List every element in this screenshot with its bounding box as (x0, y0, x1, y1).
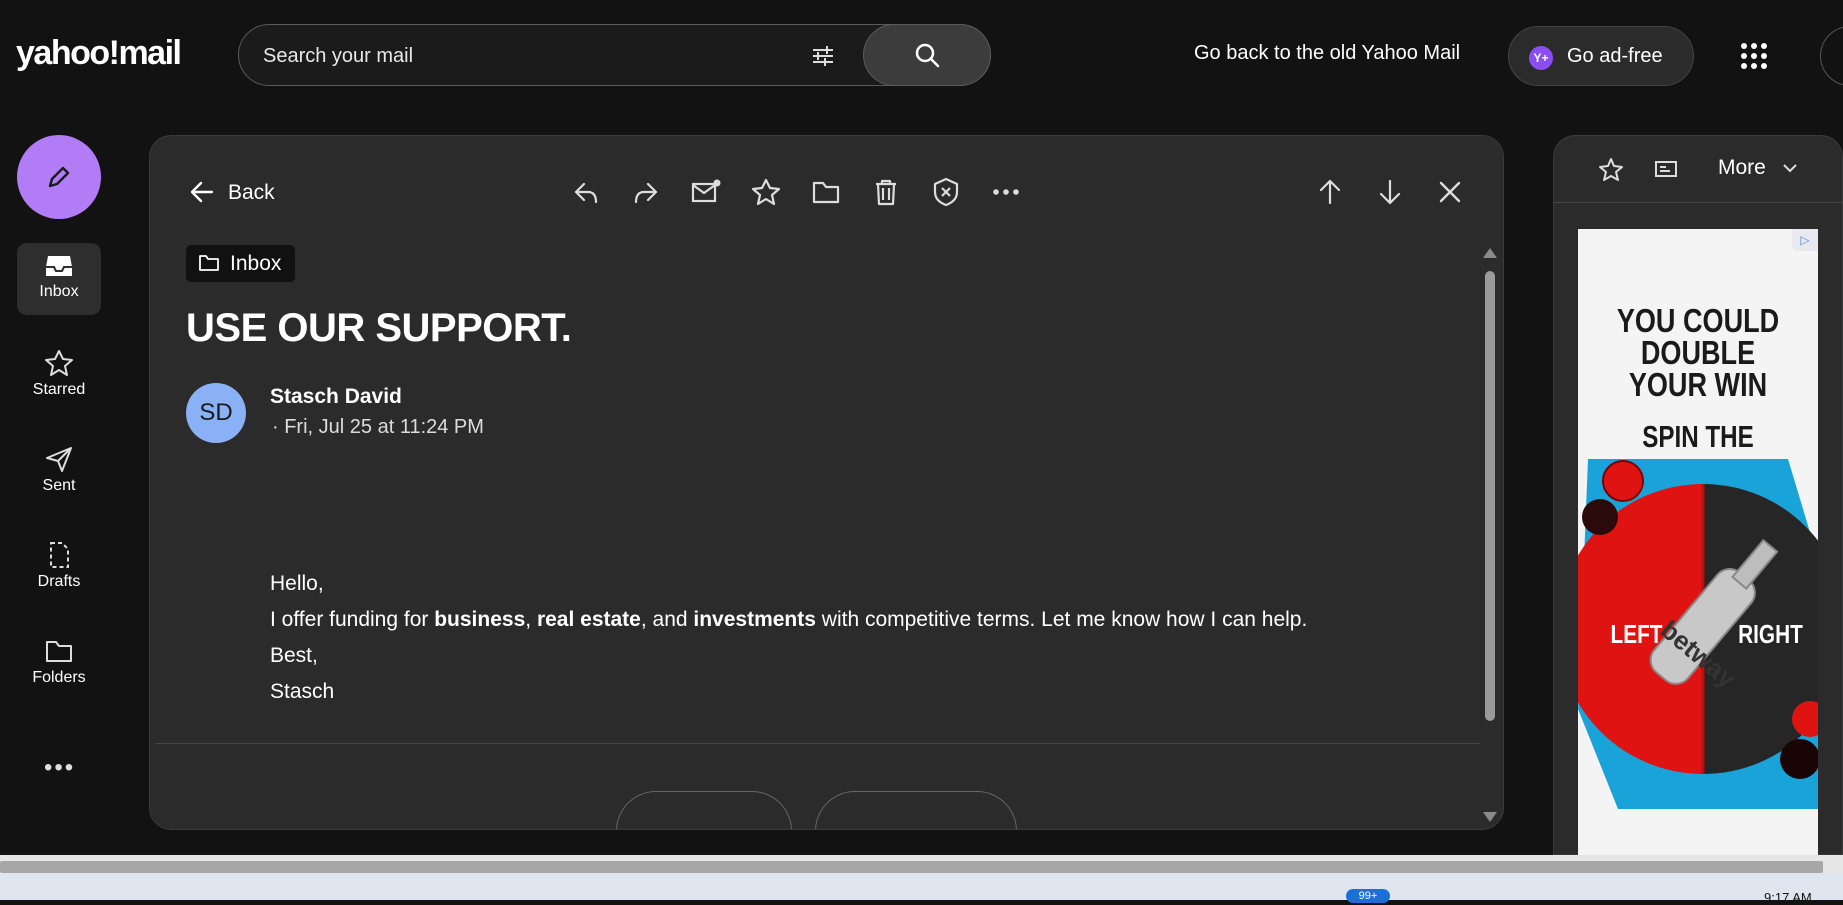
next-message-icon[interactable] (1374, 176, 1406, 208)
compose-button[interactable] (17, 135, 101, 219)
body-closing: Best, (270, 644, 318, 667)
star-icon[interactable] (1598, 157, 1624, 183)
ad-choices-icon[interactable]: ▷ (1792, 229, 1818, 251)
mark-unread-icon[interactable] (690, 176, 722, 208)
sidebar-item-folders[interactable]: Folders (17, 627, 101, 699)
search-button[interactable] (863, 24, 991, 86)
sidebar-item-label: Folders (32, 669, 86, 686)
sidebar-item-inbox[interactable]: Inbox (17, 243, 101, 315)
yahoo-mail-logo[interactable]: yahoo!mail (16, 34, 182, 73)
send-icon (46, 447, 72, 472)
sidebar-item-label: Inbox (39, 283, 79, 300)
message-body: Hello, I offer funding for business, rea… (270, 566, 1307, 710)
body-text: with competitive terms. Let me know how … (815, 608, 1308, 631)
chevron-down-icon (1782, 164, 1797, 173)
reply-button[interactable] (616, 791, 792, 829)
horizontal-scrollbar-thumb[interactable] (0, 861, 1823, 873)
sender-name[interactable]: Stasch David (270, 385, 402, 409)
sidebar-item-label: Sent (42, 477, 76, 494)
top-bar: yahoo!mail Search your mail Go back to t… (0, 0, 1843, 110)
body-text: I offer funding for (270, 608, 435, 631)
spam-shield-icon[interactable] (930, 176, 962, 208)
forward-icon[interactable] (630, 176, 662, 208)
sender-avatar[interactable]: SD (186, 383, 246, 443)
draft-icon (50, 542, 69, 568)
profile-avatar[interactable] (1820, 26, 1843, 86)
more-actions-icon[interactable] (990, 176, 1022, 208)
search-icon (915, 43, 940, 68)
sidebar-item-label: Drafts (37, 573, 81, 590)
sidebar-item-sent[interactable]: Sent (17, 435, 101, 507)
taskbar-clock[interactable]: 9:17 AM (1764, 890, 1812, 905)
body-line: I offer funding for business, real estat… (270, 602, 1307, 638)
message-date: · Fri, Jul 25 at 11:24 PM (272, 416, 484, 438)
scroll-down-arrow[interactable] (1483, 812, 1497, 822)
more-menu-button[interactable]: More (1718, 156, 1798, 180)
ad-free-button[interactable]: Y+ Go ad-free (1508, 26, 1694, 86)
folder-badge-label: Inbox (230, 252, 282, 275)
advertisement[interactable]: ▷ YOU COULD DOUBLE YOUR WIN SPIN THE BOT… (1578, 229, 1818, 856)
divider (1554, 202, 1843, 203)
message-subject: USE OUR SUPPORT. (186, 306, 572, 350)
old-mail-link[interactable]: Go back to the old Yahoo Mail (1194, 42, 1460, 65)
more-label: More (1718, 156, 1766, 179)
body-greeting: Hello, (270, 572, 324, 595)
apps-grid-icon[interactable] (1740, 42, 1768, 70)
ad-left-label: LEFT (1610, 619, 1663, 649)
reply-icon[interactable] (570, 176, 602, 208)
search-bar[interactable]: Search your mail (238, 24, 991, 86)
body-bold: real estate (536, 608, 641, 631)
pencil-icon (48, 166, 70, 188)
body-bold: investments (693, 608, 816, 631)
star-icon[interactable] (750, 176, 782, 208)
ad-free-label: Go ad-free (1567, 45, 1663, 67)
move-folder-icon[interactable] (810, 176, 842, 208)
notification-badge: 99+ (1346, 889, 1390, 903)
folder-icon (199, 255, 219, 271)
scrollbar-thumb[interactable] (1485, 271, 1495, 721)
message-panel: Back Inbox USE OUR SUPPORT. SD Stasch Da… (149, 135, 1504, 830)
contact-card-icon[interactable] (1654, 159, 1678, 179)
body-text: , (525, 608, 537, 631)
ad-headline: YOU COULD DOUBLE YOUR WIN (1616, 302, 1780, 403)
right-panel: More ▷ YOU COULD DOUBLE YOUR WIN SPIN TH… (1553, 135, 1843, 856)
scroll-up-arrow[interactable] (1483, 248, 1497, 258)
close-icon[interactable] (1434, 176, 1466, 208)
back-label: Back (228, 181, 275, 204)
divider (155, 743, 1480, 744)
ad-right-label: RIGHT (1738, 619, 1803, 649)
inbox-icon (46, 256, 72, 276)
sidebar-item-label: Starred (32, 381, 86, 398)
body-signature: Stasch (270, 680, 335, 703)
taskbar (0, 873, 1843, 900)
previous-message-icon[interactable] (1314, 176, 1346, 208)
filter-icon[interactable] (811, 45, 835, 67)
folder-badge[interactable]: Inbox (186, 245, 296, 282)
sidebar-item-drafts[interactable]: Drafts (17, 531, 101, 603)
body-text: , and (640, 608, 694, 631)
forward-button[interactable] (815, 791, 1017, 829)
body-bold: business (434, 608, 526, 631)
sidebar-item-starred[interactable]: Starred (17, 339, 101, 411)
back-button[interactable]: Back (188, 176, 275, 208)
more-nav-button[interactable]: ••• (44, 754, 75, 782)
search-input[interactable]: Search your mail (263, 45, 413, 68)
star-icon (45, 350, 73, 376)
arrow-left-icon (190, 181, 214, 203)
trash-icon[interactable] (870, 176, 902, 208)
yahoo-plus-icon: Y+ (1529, 46, 1553, 70)
folder-icon (46, 641, 72, 662)
